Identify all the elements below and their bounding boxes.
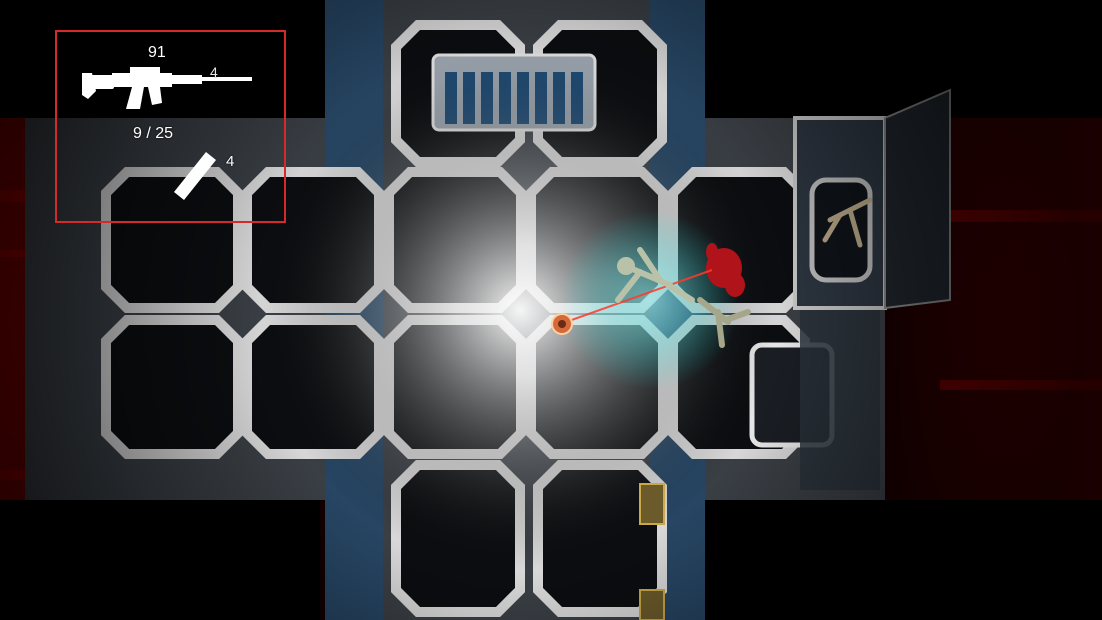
melee-weapon-count: 4 [226,153,235,170]
reserve-ammo-count: 91 [148,44,166,61]
assault-rifle-icon [82,67,252,109]
knife-icon [174,152,216,200]
clip-ammo-count: 9 / 25 [133,125,174,142]
weapon-slot-count: 4 [210,64,218,80]
